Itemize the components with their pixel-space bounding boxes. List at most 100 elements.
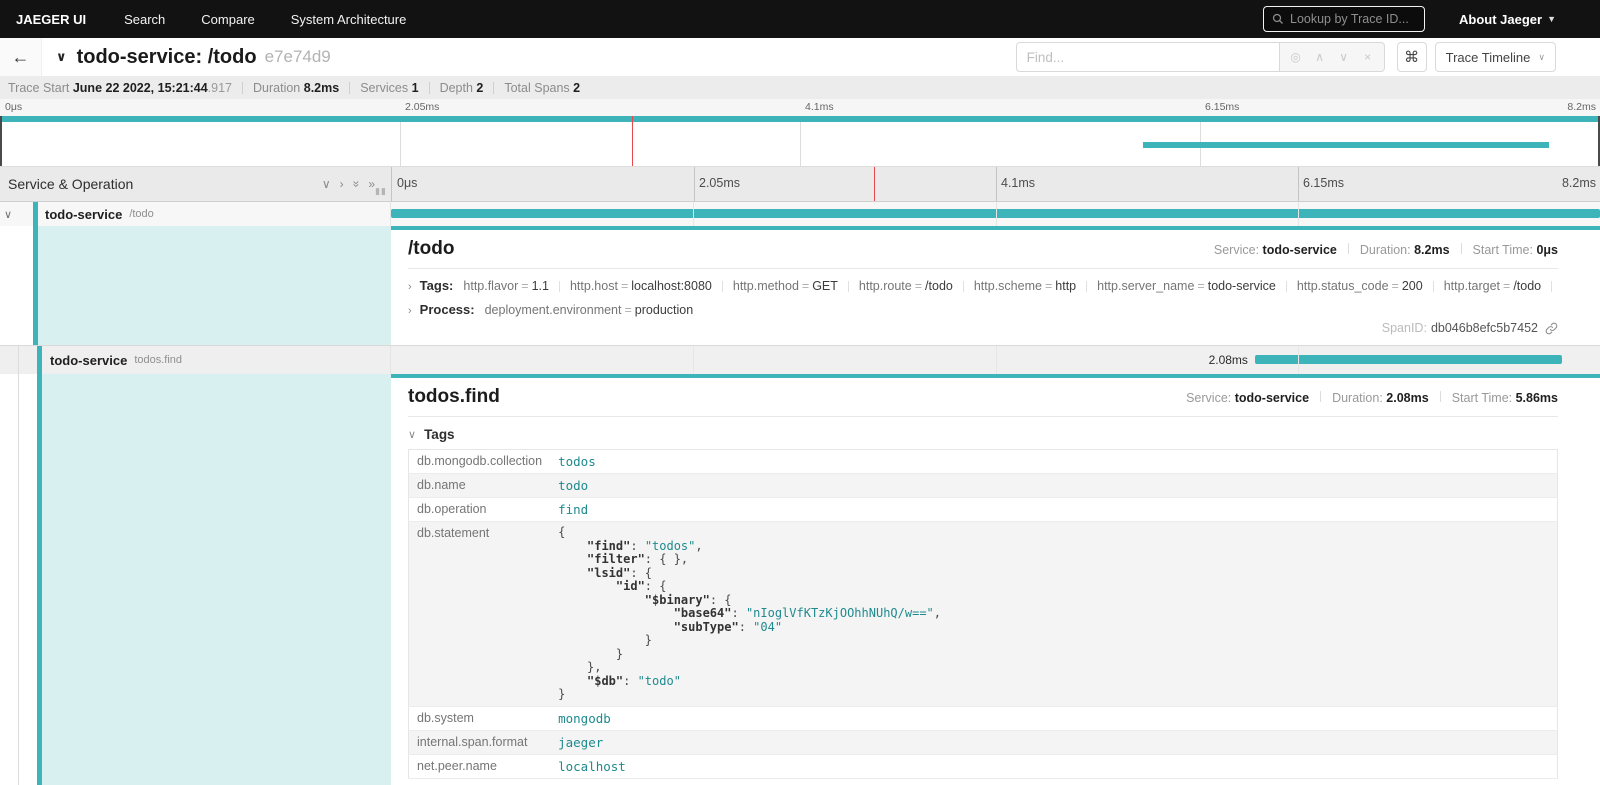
chevron-down-icon: ▼ xyxy=(1547,14,1556,24)
separator xyxy=(722,281,723,292)
separator xyxy=(1440,391,1441,402)
span-bar-track[interactable]: 2.08ms xyxy=(391,346,1600,374)
match-target-icon[interactable]: ◎ xyxy=(1284,50,1308,64)
span-detail-title: todos.find xyxy=(408,386,500,408)
tag-item: http.scheme=http xyxy=(974,279,1076,293)
separator xyxy=(349,82,350,94)
tag-item: http.target=/todo xyxy=(1444,279,1541,293)
tags-accordion[interactable]: › Tags: http.flavor=1.1http.host=localho… xyxy=(408,278,1558,293)
tag-value: find xyxy=(550,498,1557,522)
tag-row-db.operation[interactable]: db.operationfind xyxy=(409,498,1558,522)
detail-indent-fill xyxy=(42,374,391,785)
double-chevron-right-icon[interactable]: » xyxy=(368,177,375,191)
separator xyxy=(848,281,849,292)
span-color-accent xyxy=(33,202,38,226)
tag-row-db.mongodb.collection[interactable]: db.mongodb.collectiontodos xyxy=(409,450,1558,474)
separator xyxy=(1433,281,1434,292)
tag-item: http.status_code=200 xyxy=(1297,279,1423,293)
gridline xyxy=(694,167,695,201)
timeline-ruler: 0μs2.05ms4.1ms6.15ms8.2ms xyxy=(391,167,1600,201)
separator xyxy=(1461,243,1462,254)
back-button[interactable]: ← xyxy=(0,38,42,76)
tick-label: 0μs xyxy=(5,101,22,113)
divider xyxy=(408,416,1558,417)
gridline xyxy=(996,202,997,226)
span-name-cell[interactable]: ∨ todo-service /todo xyxy=(0,202,391,226)
arrow-left-icon: ← xyxy=(12,47,30,68)
tag-item: deployment.environment=production xyxy=(485,303,694,317)
summary-services: Services 1 xyxy=(360,81,418,95)
tag-row-internal.span.format[interactable]: internal.span.formatjaeger xyxy=(409,730,1558,754)
nav-item-search[interactable]: Search xyxy=(124,12,165,27)
command-icon: ⌘ xyxy=(1404,48,1419,66)
keyboard-shortcuts-button[interactable]: ⌘ xyxy=(1397,42,1427,72)
minimap-span-bar xyxy=(1143,142,1549,148)
gridline xyxy=(1298,202,1299,226)
summary-total-spans: Total Spans 2 xyxy=(504,81,580,95)
nav-item-compare[interactable]: Compare xyxy=(201,12,254,27)
chevron-down-icon[interactable]: ∨ xyxy=(4,208,12,221)
expand-one-icon[interactable]: › xyxy=(340,177,344,191)
trace-title: todo-service: /todo xyxy=(77,46,257,69)
separator xyxy=(1320,391,1321,402)
trace-id-lookup-input[interactable] xyxy=(1290,12,1416,26)
column-resizer-handle[interactable]: ▮▮ xyxy=(375,186,387,197)
tick-label: 2.05ms xyxy=(699,176,740,190)
trace-id-lookup[interactable] xyxy=(1263,6,1425,32)
tag-row-db.system[interactable]: db.systemmongodb xyxy=(409,706,1558,730)
gridline xyxy=(1200,116,1201,166)
tag-item: http.host=localhost:8080 xyxy=(570,279,712,293)
trace-summary-bar: Trace Start June 22 2022, 15:21:44.917Du… xyxy=(0,76,1600,99)
find-next-button[interactable]: ∨ xyxy=(1332,50,1356,64)
separator xyxy=(493,82,494,94)
tag-key: internal.span.format xyxy=(409,730,551,754)
separator xyxy=(1286,281,1287,292)
collapse-one-icon[interactable]: ∨ xyxy=(322,177,331,191)
trace-view-dropdown[interactable]: Trace Timeline ∨ xyxy=(1435,42,1556,72)
minimap-span-bar xyxy=(0,116,1600,122)
about-jaeger-menu[interactable]: About Jaeger ▼ xyxy=(1459,12,1556,27)
process-accordion[interactable]: › Process: deployment.environment=produc… xyxy=(408,302,1558,317)
tag-item: http.route=/todo xyxy=(859,279,953,293)
minimap-tick-labels: 0μs2.05ms4.1ms6.15ms8.2ms xyxy=(0,99,1600,116)
span-detail-meta: Service: todo-serviceDuration: 8.2msStar… xyxy=(1214,243,1558,257)
span-detail-title: /todo xyxy=(408,238,454,260)
app-logo[interactable]: JAEGER UI xyxy=(16,12,86,27)
find-prev-button[interactable]: ∧ xyxy=(1308,50,1332,64)
span-duration-bar[interactable] xyxy=(1255,355,1562,364)
span-row-todo[interactable]: ∨ todo-service /todo xyxy=(0,202,1600,226)
gridline xyxy=(693,346,694,374)
meta-service: Service: todo-service xyxy=(1186,391,1309,405)
meta-duration: Duration: 8.2ms xyxy=(1360,243,1450,257)
tag-row-db.statement[interactable]: db.statement{ "find": "todos", "filter":… xyxy=(409,522,1558,707)
left-range-handle[interactable] xyxy=(0,116,2,166)
tag-value: { "find": "todos", "filter": { }, "lsid"… xyxy=(550,522,1557,707)
find-input[interactable] xyxy=(1016,42,1280,72)
top-nav: JAEGER UI Search Compare System Architectu… xyxy=(0,0,1600,38)
tag-item: http.server_name=todo-service xyxy=(1097,279,1276,293)
tag-key: db.statement xyxy=(409,522,551,707)
tick-label: 4.1ms xyxy=(1001,176,1035,190)
chevron-right-icon: › xyxy=(408,281,412,293)
summary-trace-start: Trace Start June 22 2022, 15:21:44.917 xyxy=(8,81,232,95)
tag-row-net.peer.name[interactable]: net.peer.namelocalhost xyxy=(409,754,1558,778)
minimap-canvas[interactable] xyxy=(0,116,1600,167)
span-name-cell[interactable]: todo-service todos.find xyxy=(0,346,391,374)
span-bar-track[interactable] xyxy=(391,202,1600,226)
link-icon[interactable] xyxy=(1545,322,1558,335)
span-color-accent xyxy=(37,346,42,374)
nav-item-system-architecture[interactable]: System Architecture xyxy=(291,12,407,27)
close-icon: × xyxy=(1364,50,1371,64)
tag-key: db.name xyxy=(409,474,551,498)
meta-service: Service: todo-service xyxy=(1214,243,1337,257)
find-clear-button[interactable]: × xyxy=(1356,50,1380,64)
double-chevron-down-icon[interactable]: » xyxy=(349,181,363,188)
tag-row-db.name[interactable]: db.nametodo xyxy=(409,474,1558,498)
chevron-right-icon: › xyxy=(408,305,412,317)
gridline xyxy=(400,116,401,166)
tags-accordion[interactable]: ∨ Tags xyxy=(408,427,1558,442)
collapse-trace-chevron[interactable]: ∨ xyxy=(56,49,67,65)
chevron-down-icon: ∨ xyxy=(408,428,416,441)
span-row-todos-find[interactable]: todo-service todos.find 2.08ms xyxy=(0,346,1600,374)
span-detail-meta: Service: todo-serviceDuration: 2.08msSta… xyxy=(1186,391,1558,405)
